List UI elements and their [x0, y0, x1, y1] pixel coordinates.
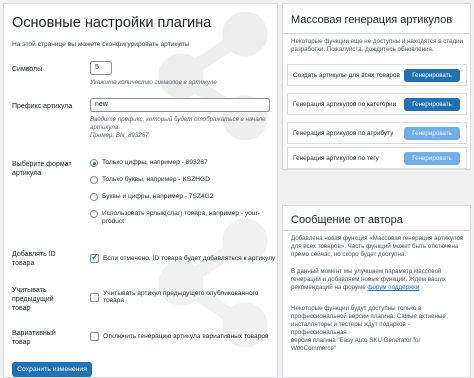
radio-selected-icon[interactable] — [90, 159, 98, 167]
add-id-text: Если отмечено, ID товара будет добавлять… — [103, 255, 276, 262]
previous-checkbox[interactable] — [90, 292, 99, 302]
author-p3-line-3: инсталляторы и тестеры ждут подарков - п… — [291, 321, 410, 336]
format-label-line-1: Выберите формат — [12, 161, 72, 168]
author-p1-line-2: для всех товаров». Часть функций может б… — [291, 243, 459, 250]
previous-text: Учитывать артикул предыдущего опубликова… — [103, 290, 259, 304]
generate-category-button[interactable]: Генерировать — [404, 98, 460, 111]
variations-checkbox-row[interactable]: Отключить генерацию артикула вариативных… — [90, 332, 269, 341]
main-settings-panel: Основные настройки плагина На этой стран… — [3, 3, 278, 378]
radio-icon[interactable] — [90, 193, 98, 201]
share-decoration-icon-lower — [158, 219, 268, 347]
variations-label-line-1: Вариативный — [12, 330, 56, 337]
prefix-hint-line-1: Введите префикс, который будет отображат… — [90, 116, 266, 123]
author-p1-line-3: премо сейчас, но скоро будет доступна. — [291, 251, 407, 258]
add-id-checkbox-row[interactable]: Если отмечено, ID товара будет добавлять… — [90, 252, 276, 263]
mass-description-line-2: разработки. Пожалуйста, дождитесь обновл… — [291, 46, 434, 53]
generate-all-row: Создать артикулы для всех товаров Генери… — [287, 64, 467, 86]
save-changes-button[interactable]: Сохранить изменения — [12, 362, 92, 377]
divider — [283, 230, 470, 231]
symbols-label: Символы — [12, 66, 43, 73]
author-paragraph-1: Добавлена новая функция «Массовая генера… — [291, 235, 465, 259]
divider — [283, 33, 470, 34]
generate-attribute-row: Генерация артикулов по атрибуту Генериро… — [287, 122, 467, 144]
format-option-label: Только буквы, например - KSZHGD — [102, 176, 210, 183]
add-id-label-line-1: Добавлять ID — [12, 251, 56, 258]
format-option-mixed[interactable]: Буквы и цифры, например - 7SZ4G2 — [90, 193, 213, 201]
author-p2-line-3: рекомендаций на форуме — [291, 284, 366, 291]
previous-label-line-2: предыдущий — [12, 296, 54, 303]
variations-text: Отключить генерацию артикула вариативных… — [103, 333, 269, 340]
generate-tag-button[interactable]: Генерировать — [404, 152, 460, 165]
author-p3-line-1: Некоторые функции будут доступны только … — [291, 305, 422, 312]
mass-generation-title: Массовая генерация артикулов — [291, 14, 453, 26]
format-label-line-2: артикула — [12, 170, 42, 177]
previous-checkbox-row[interactable]: Учитывать артикул предыдущего опубликова… — [90, 290, 277, 304]
mass-generation-description: Некоторые функции еще не доступны и нахо… — [291, 38, 465, 54]
previous-label-line-3: товар — [12, 305, 31, 312]
author-paragraph-3: Некоторые функции будут доступны только … — [291, 305, 465, 353]
page-description: На этой странице вы можете сконфигуриров… — [12, 41, 190, 48]
format-option-label: Буквы и цифры, например - 7SZ4G2 — [102, 193, 214, 200]
forum-support-link[interactable]: форум поддержки — [367, 284, 419, 291]
format-option-label-line-2: product — [102, 218, 124, 225]
symbols-hint: Укажите количество символов в артикуле — [90, 79, 217, 86]
generate-category-row: Генерация артикулов по категории Генерир… — [287, 93, 467, 115]
add-id-checkbox[interactable] — [90, 252, 99, 263]
prefix-hint-line-2: артикула. — [90, 124, 121, 131]
format-option-letters[interactable]: Только буквы, например - KSZHGD — [90, 176, 210, 184]
add-id-label-line-2: товара — [12, 260, 35, 267]
author-paragraph-2: В данный момент мы улучшаем параметр мас… — [291, 268, 465, 292]
previous-label-line-1: Учитывать — [12, 287, 47, 294]
author-message-panel: Сообщение от автора Добавлена новая функ… — [282, 205, 471, 378]
format-option-label: Использовать ярлык(слаг) товара, наприме… — [102, 210, 260, 226]
generate-tag-row: Генерация артикулов по тегу Генерировать — [287, 147, 467, 169]
mass-description-line-1: Некоторые функции еще не доступны и нахо… — [291, 38, 464, 45]
author-p1-line-1: Добавлена новая функция «Массовая генера… — [291, 235, 464, 242]
author-p2-line-2: генерации и добавляем новые функции. Жде… — [291, 276, 446, 283]
variations-checkbox[interactable] — [90, 332, 99, 341]
author-p2-line-1: В данный момент мы улучшаем параметр мас… — [291, 268, 442, 275]
generate-category-label: Генерация артикулов по категории — [293, 101, 397, 108]
radio-icon[interactable] — [90, 176, 98, 184]
author-p3-line-2: профессиональной версии плагина. Самые а… — [291, 313, 446, 320]
author-p3-line-4: версия плагина "Easy Auto SKU Generator … — [291, 337, 421, 352]
generate-attribute-button[interactable]: Генерировать — [404, 127, 460, 140]
variations-label-line-2: товар — [12, 339, 31, 346]
generate-tag-label: Генерация артикулов по тегу — [293, 155, 379, 162]
prefix-input[interactable]: new — [90, 98, 270, 112]
generate-all-label: Создать артикулы для всех товаров — [293, 72, 400, 79]
generate-all-button[interactable]: Генерировать — [404, 69, 460, 82]
symbols-input[interactable]: 5 — [90, 61, 112, 75]
author-message-title: Сообщение от автора — [291, 214, 403, 226]
format-option-slug[interactable]: Использовать ярлык(слаг) товара, наприме… — [90, 210, 260, 226]
generate-attribute-label: Генерация артикулов по атрибуту — [293, 130, 394, 137]
radio-icon[interactable] — [90, 210, 98, 218]
prefix-hint-line-3: Пример: BN_893267 — [90, 132, 149, 139]
format-option-label-line-1: Использовать ярлык(слаг) товара, наприме… — [102, 210, 260, 217]
format-option-digits[interactable]: Только цифры, например - 893267 — [90, 159, 208, 167]
mass-generation-panel: Массовая генерация артикулов Некоторые ф… — [282, 3, 471, 170]
page-title: Основные настройки плагина — [12, 15, 212, 31]
format-option-label: Только цифры, например - 893267 — [102, 159, 208, 166]
prefix-label: Префикс артикула — [12, 103, 73, 110]
